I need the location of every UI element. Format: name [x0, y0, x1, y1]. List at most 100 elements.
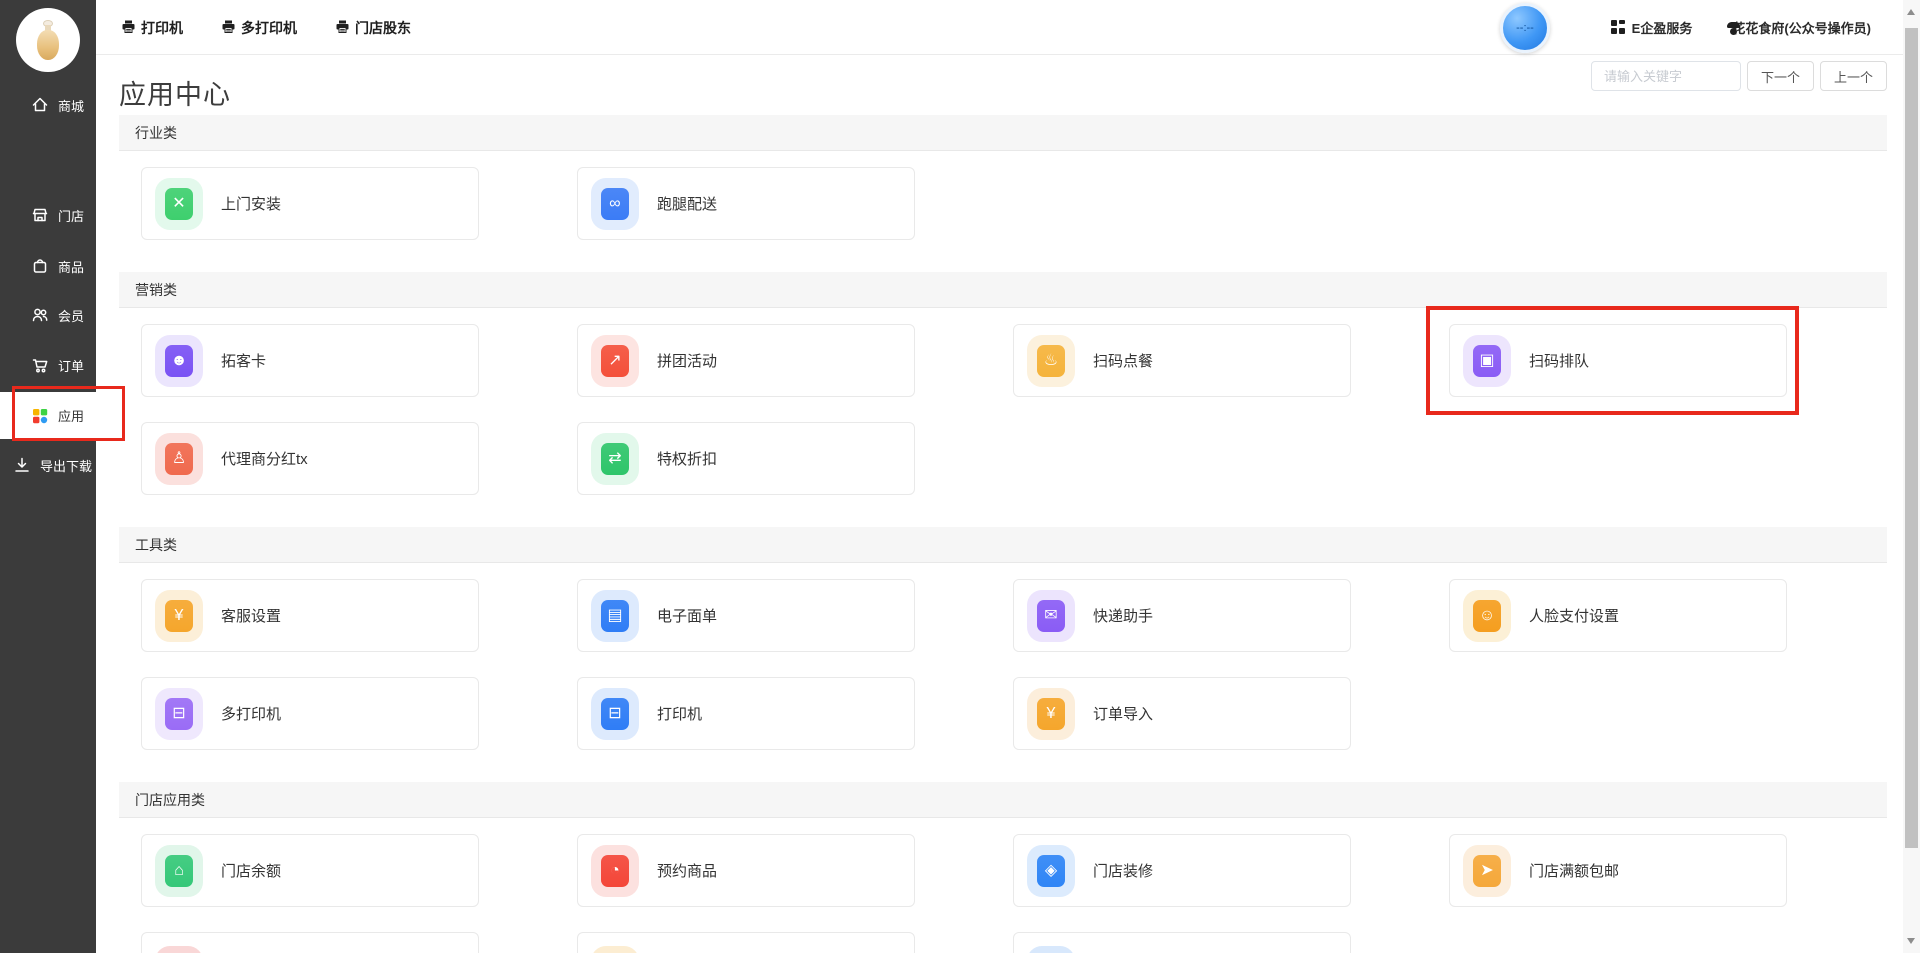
app-label: 跑腿配送 — [657, 193, 717, 214]
app-label: 扫码排队 — [1529, 350, 1589, 371]
sidebar-item-3[interactable]: 商品 — [0, 253, 96, 279]
app-tile-partial — [155, 946, 203, 953]
app-card-partial[interactable] — [577, 932, 915, 953]
service-entry[interactable]: E企盈服务 — [1611, 18, 1693, 37]
app-label: 上门安装 — [221, 193, 281, 214]
search-tools: 下一个 上一个 — [1591, 61, 1887, 91]
app-label: 预约商品 — [657, 860, 717, 881]
app-card-多打印机[interactable]: ⊟ 多打印机 — [141, 677, 479, 750]
members-icon — [30, 305, 50, 325]
e-waybill-icon: ▤ — [601, 600, 629, 632]
app-card-门店余额[interactable]: ⌂门店余额 — [141, 834, 479, 907]
app-label: 订单导入 — [1093, 703, 1153, 724]
app-label: 电子面单 — [657, 605, 717, 626]
topbar: 打印机 多打印机 门店股东 --:-- E企盈服务 花花食府(公众号操作员) — [96, 0, 1903, 55]
app-card-拼团活动[interactable]: ↗拼团活动 — [577, 324, 915, 397]
app-label: 拓客卡 — [221, 350, 266, 371]
discount-swap-icon: ⇄ — [601, 443, 629, 475]
printer-icon — [221, 19, 236, 37]
app-label: 打印机 — [657, 703, 702, 724]
topbar-tab-1[interactable]: 打印机 — [121, 18, 183, 38]
app-card-订单导入[interactable]: ¥ 订单导入 — [1013, 677, 1351, 750]
floating-clock-widget[interactable]: --:-- — [1500, 3, 1550, 53]
app-card-电子面单[interactable]: ▤ 电子面单 — [577, 579, 915, 652]
topbar-right-label: E企盈服务 — [1632, 18, 1693, 37]
prev-button[interactable]: 上一个 — [1820, 61, 1887, 91]
app-card-打印机[interactable]: ⊟ 打印机 — [577, 677, 915, 750]
topbar-tab-label: 打印机 — [141, 18, 183, 38]
app-card-跑腿配送[interactable]: ∞ 跑腿配送 — [577, 167, 915, 240]
scroll-down-arrow-icon[interactable] — [1907, 938, 1915, 944]
sidebar-item-label: 门店 — [58, 206, 84, 225]
app-center-page: 商城门店商品会员订单应用导出下载 打印机多打印机门店股东 --:-- E企盈服务… — [0, 0, 1920, 953]
reserve-goods-icon: ◔ — [601, 855, 629, 887]
scrollbar-thumb[interactable] — [1905, 28, 1918, 848]
qr-queue-icon: ▣ — [1473, 345, 1501, 377]
app-card-上门安装[interactable]: ✕ 上门安装 — [141, 167, 479, 240]
app-card-特权折扣[interactable]: ⇄ 特权折扣 — [577, 422, 915, 495]
app-card-门店装修[interactable]: ◈ 门店装修 — [1013, 834, 1351, 907]
app-card-客服设置[interactable]: ¥ 客服设置 — [141, 579, 479, 652]
store-decor-icon: ◈ — [1037, 855, 1065, 887]
app-label: 快递助手 — [1093, 605, 1153, 626]
app-card-代理商分红tx[interactable]: ♙代理商分红tx — [141, 422, 479, 495]
main-content: 应用中心 下一个 上一个 行业类✕上门安装∞跑腿配送营销类☻拓客卡↗拼团活动♨扫… — [96, 55, 1903, 953]
account-entry[interactable]: 花花食府(公众号操作员) — [1726, 18, 1871, 37]
section-header: 行业类 — [119, 115, 1887, 151]
app-card-拓客卡[interactable]: ☻ 拓客卡 — [141, 324, 479, 397]
app-tile: ▤ — [591, 590, 639, 642]
app-card-门店满额包邮[interactable]: ➤门店满额包邮 — [1449, 834, 1787, 907]
orders-cart-icon — [30, 355, 50, 375]
topbar-tab-3[interactable]: 门店股东 — [335, 18, 411, 38]
app-card-partial[interactable] — [1013, 932, 1351, 953]
app-label: 多打印机 — [221, 703, 281, 724]
app-tile: ☻ — [155, 335, 203, 387]
multi-printer-icon: ⊟ — [165, 698, 193, 730]
topbar-right-label: 花花食府(公众号操作员) — [1732, 18, 1871, 37]
download-icon — [12, 455, 32, 475]
printer-icon — [121, 19, 136, 37]
app-card-扫码点餐[interactable]: ♨扫码点餐 — [1013, 324, 1351, 397]
sidebar-item-6[interactable]: 应用 — [0, 392, 126, 439]
card-row: ♙代理商分红tx ⇄ 特权折扣 — [119, 422, 1887, 495]
app-label: 客服设置 — [221, 605, 281, 626]
next-button[interactable]: 下一个 — [1747, 61, 1814, 91]
order-import-icon: ¥ — [1037, 698, 1065, 730]
scroll-up-arrow-icon[interactable] — [1907, 9, 1915, 15]
grid-icon — [1611, 20, 1626, 35]
sidebar-item-1[interactable]: 商城 — [0, 92, 96, 118]
app-card-人脸支付设置[interactable]: ☺人脸支付设置 — [1449, 579, 1787, 652]
card-row: ✕ 上门安装 ∞ 跑腿配送 — [119, 167, 1887, 240]
page-title: 应用中心 — [119, 73, 231, 112]
app-label: 门店装修 — [1093, 860, 1153, 881]
app-tile: ✕ — [155, 178, 203, 230]
sidebar-item-7[interactable]: 导出下载 — [0, 452, 96, 478]
topbar-tabs: 打印机 多打印机 门店股东 — [121, 0, 411, 55]
printer-icon — [335, 19, 350, 37]
app-card-partial[interactable] — [141, 932, 479, 953]
app-card-快递助手[interactable]: ✉ 快递助手 — [1013, 579, 1351, 652]
app-tile: ▣ — [1463, 335, 1511, 387]
sidebar-item-label: 商城 — [58, 96, 84, 115]
app-tile: ☺ — [1463, 590, 1511, 642]
merchant-logo[interactable] — [16, 8, 80, 72]
card-row: ⌂门店余额 ◔ 预约商品 ◈ 门店装修 ➤门店满额包邮 — [119, 834, 1887, 907]
app-label: 特权折扣 — [657, 448, 717, 469]
sidebar-item-4[interactable]: 会员 — [0, 302, 96, 328]
app-card-预约商品[interactable]: ◔ 预约商品 — [577, 834, 915, 907]
app-label: 代理商分红tx — [221, 448, 308, 469]
group-buy-icon: ↗ — [601, 345, 629, 377]
app-sections: 行业类✕上门安装∞跑腿配送营销类☻拓客卡↗拼团活动♨扫码点餐▣扫码排队♙代理商分… — [119, 115, 1887, 953]
app-tile: ↗ — [591, 335, 639, 387]
keyword-search-input[interactable] — [1591, 61, 1741, 91]
service-settings-icon: ¥ — [165, 600, 193, 632]
delivery-scooter-icon: ∞ — [601, 188, 629, 220]
app-card-扫码排队[interactable]: ▣ 扫码排队 — [1449, 324, 1787, 397]
sidebar-item-2[interactable]: 门店 — [0, 202, 96, 228]
express-helper-icon: ✉ — [1037, 600, 1065, 632]
topbar-tab-2[interactable]: 多打印机 — [221, 18, 297, 38]
sidebar-item-5[interactable]: 订单 — [0, 352, 96, 378]
vertical-scrollbar[interactable] — [1903, 0, 1920, 953]
sidebar-item-label: 会员 — [58, 306, 84, 325]
printer-app-icon: ⊟ — [601, 698, 629, 730]
